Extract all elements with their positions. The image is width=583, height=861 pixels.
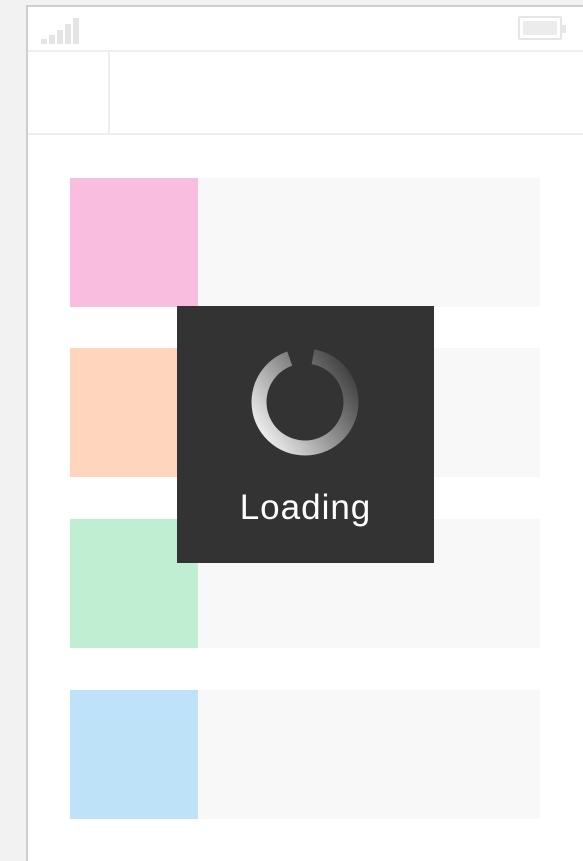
list-item-thumbnail bbox=[70, 178, 198, 307]
navigation-bar bbox=[28, 52, 583, 135]
status-bar bbox=[28, 7, 583, 52]
list-item-thumbnail bbox=[70, 690, 198, 819]
nav-back-area[interactable] bbox=[28, 52, 110, 133]
list-item[interactable] bbox=[70, 178, 540, 307]
loading-label: Loading bbox=[239, 488, 372, 527]
signal-strength-icon bbox=[41, 16, 101, 44]
loading-spinner-icon bbox=[251, 348, 359, 456]
battery-icon bbox=[518, 16, 566, 40]
loading-overlay: Loading bbox=[177, 306, 434, 563]
list-item[interactable] bbox=[70, 690, 540, 819]
